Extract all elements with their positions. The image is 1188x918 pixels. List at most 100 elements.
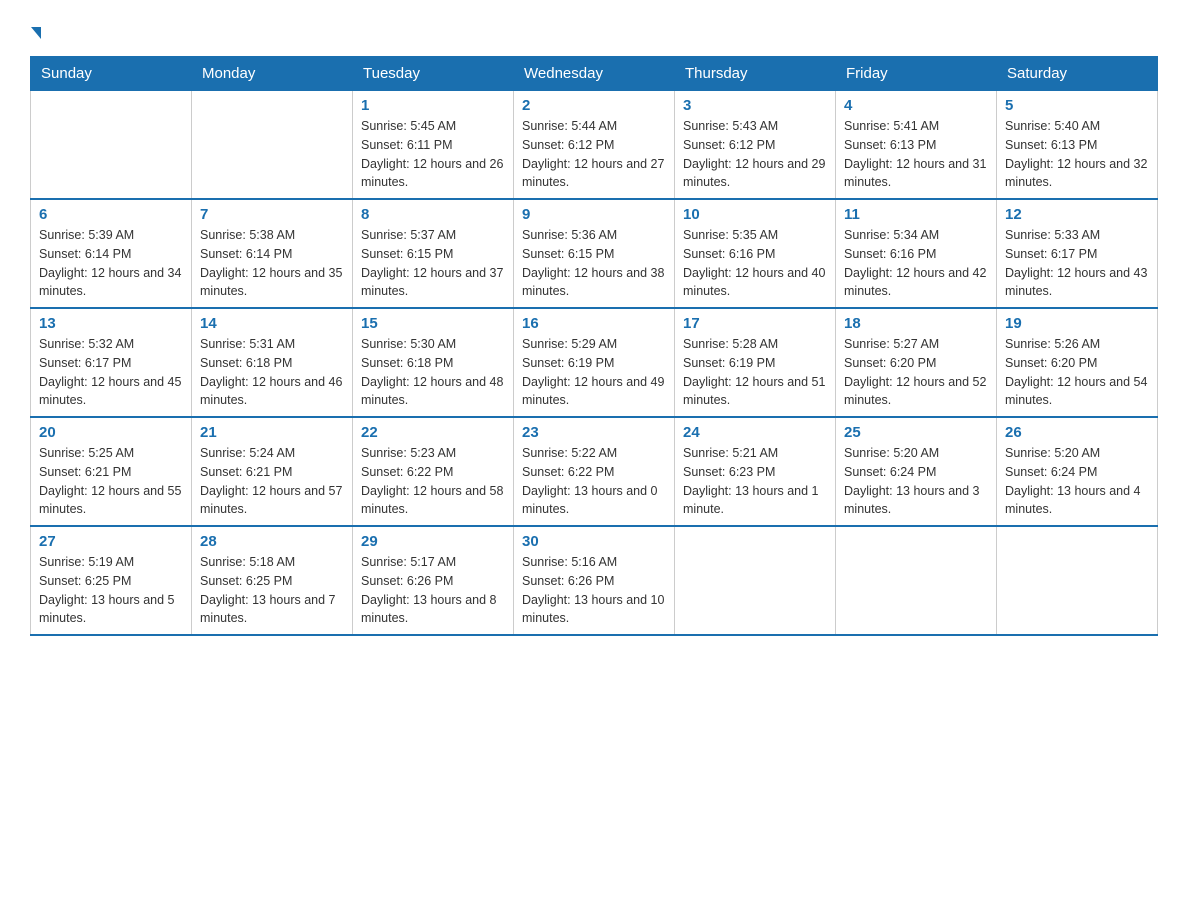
day-detail: Sunrise: 5:44 AMSunset: 6:12 PMDaylight:… xyxy=(522,117,666,192)
week-row-3: 13 Sunrise: 5:32 AMSunset: 6:17 PMDayligh… xyxy=(31,308,1158,417)
day-number: 29 xyxy=(361,533,505,550)
calendar-table: SundayMondayTuesdayWednesdayThursdayFrid… xyxy=(30,56,1158,636)
day-number: 6 xyxy=(39,206,183,223)
calendar-cell: 13 Sunrise: 5:32 AMSunset: 6:17 PMDayligh… xyxy=(31,308,192,417)
calendar-cell: 8Sunrise: 5:37 AMSunset: 6:15 PMDaylight… xyxy=(353,199,514,308)
calendar-cell: 12Sunrise: 5:33 AMSunset: 6:17 PMDayligh… xyxy=(997,199,1158,308)
day-number: 21 xyxy=(200,424,344,441)
calendar-cell: 7Sunrise: 5:38 AMSunset: 6:14 PMDaylight… xyxy=(192,199,353,308)
calendar-cell: 1 Sunrise: 5:45 AMSunset: 6:11 PMDaylight… xyxy=(353,91,514,200)
header-day-monday: Monday xyxy=(192,57,353,91)
day-detail: Sunrise: 5:23 AMSunset: 6:22 PMDaylight:… xyxy=(361,444,505,519)
day-number: 30 xyxy=(522,533,666,550)
day-detail: Sunrise: 5:35 AMSunset: 6:16 PMDaylight:… xyxy=(683,226,827,301)
day-number: 15 xyxy=(361,315,505,332)
day-number: 11 xyxy=(844,206,988,223)
calendar-cell: 2 Sunrise: 5:44 AMSunset: 6:12 PMDaylight… xyxy=(514,91,675,200)
calendar-cell: 11Sunrise: 5:34 AMSunset: 6:16 PMDayligh… xyxy=(836,199,997,308)
calendar-cell: 15 Sunrise: 5:30 AMSunset: 6:18 PMDayligh… xyxy=(353,308,514,417)
day-detail: Sunrise: 5:19 AMSunset: 6:25 PMDaylight:… xyxy=(39,553,183,628)
day-number: 1 xyxy=(361,97,505,114)
calendar-cell: 19 Sunrise: 5:26 AMSunset: 6:20 PMDayligh… xyxy=(997,308,1158,417)
day-number: 23 xyxy=(522,424,666,441)
day-detail: Sunrise: 5:30 AMSunset: 6:18 PMDaylight:… xyxy=(361,335,505,410)
day-detail: Sunrise: 5:16 AMSunset: 6:26 PMDaylight:… xyxy=(522,553,666,628)
day-detail: Sunrise: 5:18 AMSunset: 6:25 PMDaylight:… xyxy=(200,553,344,628)
calendar-cell xyxy=(675,526,836,635)
day-detail: Sunrise: 5:28 AMSunset: 6:19 PMDaylight:… xyxy=(683,335,827,410)
day-detail: Sunrise: 5:39 AMSunset: 6:14 PMDaylight:… xyxy=(39,226,183,301)
day-number: 26 xyxy=(1005,424,1149,441)
day-detail: Sunrise: 5:31 AMSunset: 6:18 PMDaylight:… xyxy=(200,335,344,410)
day-detail: Sunrise: 5:20 AMSunset: 6:24 PMDaylight:… xyxy=(844,444,988,519)
day-detail: Sunrise: 5:36 AMSunset: 6:15 PMDaylight:… xyxy=(522,226,666,301)
day-detail: Sunrise: 5:45 AMSunset: 6:11 PMDaylight:… xyxy=(361,117,505,192)
calendar-cell: 3Sunrise: 5:43 AMSunset: 6:12 PMDaylight… xyxy=(675,91,836,200)
day-detail: Sunrise: 5:37 AMSunset: 6:15 PMDaylight:… xyxy=(361,226,505,301)
day-detail: Sunrise: 5:26 AMSunset: 6:20 PMDaylight:… xyxy=(1005,335,1149,410)
calendar-cell: 20Sunrise: 5:25 AMSunset: 6:21 PMDayligh… xyxy=(31,417,192,526)
day-detail: Sunrise: 5:32 AMSunset: 6:17 PMDaylight:… xyxy=(39,335,183,410)
day-number: 3 xyxy=(683,97,827,114)
day-number: 24 xyxy=(683,424,827,441)
day-detail: Sunrise: 5:29 AMSunset: 6:19 PMDaylight:… xyxy=(522,335,666,410)
week-row-2: 6 Sunrise: 5:39 AMSunset: 6:14 PMDaylight… xyxy=(31,199,1158,308)
calendar-cell: 22 Sunrise: 5:23 AMSunset: 6:22 PMDayligh… xyxy=(353,417,514,526)
calendar-cell: 6 Sunrise: 5:39 AMSunset: 6:14 PMDaylight… xyxy=(31,199,192,308)
day-number: 16 xyxy=(522,315,666,332)
day-number: 2 xyxy=(522,97,666,114)
calendar-cell: 21 Sunrise: 5:24 AMSunset: 6:21 PMDayligh… xyxy=(192,417,353,526)
day-detail: Sunrise: 5:22 AMSunset: 6:22 PMDaylight:… xyxy=(522,444,666,519)
day-number: 14 xyxy=(200,315,344,332)
header-day-saturday: Saturday xyxy=(997,57,1158,91)
calendar-cell: 29 Sunrise: 5:17 AMSunset: 6:26 PMDayligh… xyxy=(353,526,514,635)
calendar-cell: 5 Sunrise: 5:40 AMSunset: 6:13 PMDaylight… xyxy=(997,91,1158,200)
day-number: 5 xyxy=(1005,97,1149,114)
calendar-cell: 9 Sunrise: 5:36 AMSunset: 6:15 PMDaylight… xyxy=(514,199,675,308)
day-number: 19 xyxy=(1005,315,1149,332)
day-number: 13 xyxy=(39,315,183,332)
day-number: 27 xyxy=(39,533,183,550)
logo-arrow-icon xyxy=(31,27,41,39)
week-row-1: 1 Sunrise: 5:45 AMSunset: 6:11 PMDaylight… xyxy=(31,91,1158,200)
calendar-cell: 18 Sunrise: 5:27 AMSunset: 6:20 PMDayligh… xyxy=(836,308,997,417)
day-detail: Sunrise: 5:21 AMSunset: 6:23 PMDaylight:… xyxy=(683,444,827,519)
day-detail: Sunrise: 5:33 AMSunset: 6:17 PMDaylight:… xyxy=(1005,226,1149,301)
calendar-cell: 17 Sunrise: 5:28 AMSunset: 6:19 PMDayligh… xyxy=(675,308,836,417)
calendar-cell xyxy=(192,91,353,200)
week-row-5: 27 Sunrise: 5:19 AMSunset: 6:25 PMDayligh… xyxy=(31,526,1158,635)
calendar-cell: 28Sunrise: 5:18 AMSunset: 6:25 PMDayligh… xyxy=(192,526,353,635)
calendar-body: 1 Sunrise: 5:45 AMSunset: 6:11 PMDaylight… xyxy=(31,91,1158,636)
day-detail: Sunrise: 5:24 AMSunset: 6:21 PMDaylight:… xyxy=(200,444,344,519)
calendar-cell: 27 Sunrise: 5:19 AMSunset: 6:25 PMDayligh… xyxy=(31,526,192,635)
week-row-4: 20Sunrise: 5:25 AMSunset: 6:21 PMDayligh… xyxy=(31,417,1158,526)
calendar-cell: 4Sunrise: 5:41 AMSunset: 6:13 PMDaylight… xyxy=(836,91,997,200)
header-day-thursday: Thursday xyxy=(675,57,836,91)
calendar-cell xyxy=(997,526,1158,635)
calendar-cell: 14 Sunrise: 5:31 AMSunset: 6:18 PMDayligh… xyxy=(192,308,353,417)
day-number: 17 xyxy=(683,315,827,332)
header-day-tuesday: Tuesday xyxy=(353,57,514,91)
calendar-cell: 10Sunrise: 5:35 AMSunset: 6:16 PMDayligh… xyxy=(675,199,836,308)
calendar-header: SundayMondayTuesdayWednesdayThursdayFrid… xyxy=(31,57,1158,91)
day-number: 7 xyxy=(200,206,344,223)
day-detail: Sunrise: 5:20 AMSunset: 6:24 PMDaylight:… xyxy=(1005,444,1149,519)
day-number: 18 xyxy=(844,315,988,332)
calendar-cell xyxy=(836,526,997,635)
calendar-cell: 30 Sunrise: 5:16 AMSunset: 6:26 PMDayligh… xyxy=(514,526,675,635)
calendar-cell: 26 Sunrise: 5:20 AMSunset: 6:24 PMDayligh… xyxy=(997,417,1158,526)
calendar-cell: 24 Sunrise: 5:21 AMSunset: 6:23 PMDayligh… xyxy=(675,417,836,526)
header-day-wednesday: Wednesday xyxy=(514,57,675,91)
day-detail: Sunrise: 5:40 AMSunset: 6:13 PMDaylight:… xyxy=(1005,117,1149,192)
calendar-cell: 23 Sunrise: 5:22 AMSunset: 6:22 PMDayligh… xyxy=(514,417,675,526)
calendar-cell: 25Sunrise: 5:20 AMSunset: 6:24 PMDayligh… xyxy=(836,417,997,526)
logo xyxy=(30,20,42,46)
header-row: SundayMondayTuesdayWednesdayThursdayFrid… xyxy=(31,57,1158,91)
calendar-cell xyxy=(31,91,192,200)
day-number: 9 xyxy=(522,206,666,223)
day-number: 22 xyxy=(361,424,505,441)
day-detail: Sunrise: 5:17 AMSunset: 6:26 PMDaylight:… xyxy=(361,553,505,628)
day-detail: Sunrise: 5:25 AMSunset: 6:21 PMDaylight:… xyxy=(39,444,183,519)
day-detail: Sunrise: 5:27 AMSunset: 6:20 PMDaylight:… xyxy=(844,335,988,410)
calendar-cell: 16 Sunrise: 5:29 AMSunset: 6:19 PMDayligh… xyxy=(514,308,675,417)
